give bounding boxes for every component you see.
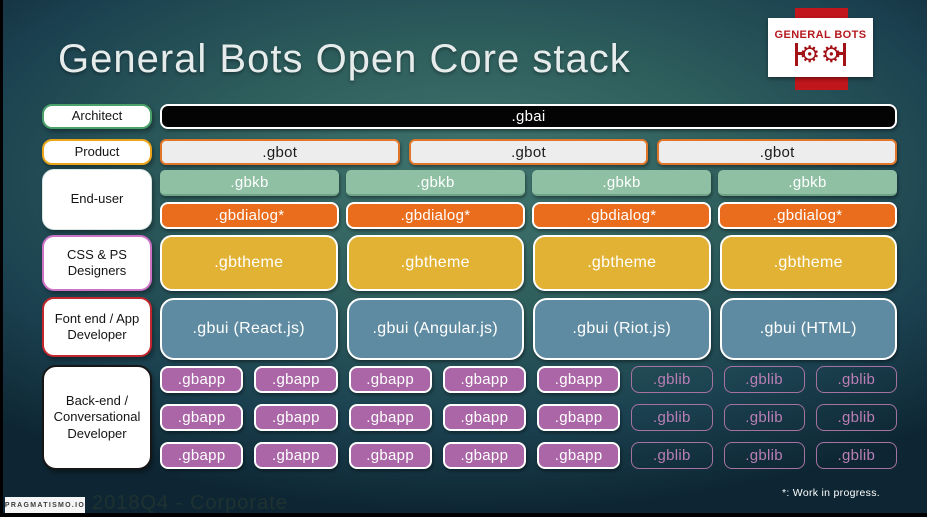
- general-bots-logo: GENERAL BOTS ⚙ ⚙: [768, 18, 873, 77]
- gbtheme-bar: .gbtheme: [160, 235, 338, 291]
- gbapp-bar: .gbapp: [348, 404, 432, 431]
- fork-right-icon: [835, 43, 846, 66]
- row-gbot: .gbot .gbot .gbot: [160, 139, 898, 165]
- gbapp-bar: .gbapp: [348, 366, 432, 393]
- slide: General Bots Open Core stack GENERAL BOT…: [0, 0, 927, 517]
- left-edge-strip: [0, 0, 3, 517]
- gbapp-bar: .gbapp: [348, 442, 432, 469]
- gbkb-bar: .gbkb: [718, 170, 897, 196]
- role-label-end-user: End-user: [42, 169, 152, 230]
- gbapp-bar: .gbapp: [442, 404, 526, 431]
- footer-caption: 2018Q4 - Corporate: [92, 492, 288, 514]
- row-gbkb: .gbkb .gbkb .gbkb .gbkb: [160, 170, 897, 196]
- row-gbdialog: .gbdialog* .gbdialog* .gbdialog* .gbdial…: [160, 202, 897, 229]
- role-label-architect: Architect: [42, 104, 152, 129]
- gbot-bar: .gbot: [657, 139, 898, 165]
- gblib-bar: .gblib: [815, 442, 897, 469]
- role-label-backend-developer: Back-end / Conversational Developer: [42, 365, 152, 470]
- gblib-bar: .gblib: [631, 366, 713, 393]
- row-backend-3: .gbapp .gbapp .gbapp .gbapp .gbapp .gbli…: [160, 442, 897, 469]
- row-backend-1: .gbapp .gbapp .gbapp .gbapp .gbapp .gbli…: [160, 366, 897, 393]
- row-backend-2: .gbapp .gbapp .gbapp .gbapp .gbapp .gbli…: [160, 404, 897, 431]
- gbapp-bar: .gbapp: [537, 366, 621, 393]
- work-in-progress-note: *: Work in progress.: [781, 487, 880, 499]
- gbai-bar: .gbai: [160, 104, 897, 129]
- gbapp-bar: .gbapp: [160, 404, 244, 431]
- logo-brand-text: GENERAL BOTS: [774, 29, 867, 41]
- gbdialog-bar: .gbdialog*: [346, 202, 525, 229]
- gbui-react-bar: .gbui (React.js): [160, 298, 338, 360]
- gbapp-bar: .gbapp: [537, 404, 621, 431]
- role-label-frontend-developer: Font end / App Developer: [42, 297, 152, 357]
- gbapp-bar: .gbapp: [442, 366, 526, 393]
- gblib-bar: .gblib: [631, 404, 713, 431]
- gbapp-bar: .gbapp: [442, 442, 526, 469]
- gbui-angular-bar: .gbui (Angular.js): [346, 298, 524, 360]
- gblib-bar: .gblib: [631, 442, 713, 469]
- gbapp-bar: .gbapp: [537, 442, 621, 469]
- gbtheme-bar: .gbtheme: [719, 235, 897, 291]
- gblib-bar: .gblib: [815, 404, 897, 431]
- gbui-html-bar: .gbui (HTML): [719, 298, 897, 360]
- fork-left-icon: [795, 43, 806, 66]
- gbapp-bar: .gbapp: [254, 404, 338, 431]
- gbdialog-bar: .gbdialog*: [160, 202, 339, 229]
- gbui-riot-bar: .gbui (Riot.js): [533, 298, 711, 360]
- gbkb-bar: .gbkb: [346, 170, 525, 196]
- gbkb-bar: .gbkb: [160, 170, 339, 196]
- gears-icon: ⚙ ⚙: [795, 43, 846, 66]
- gbkb-bar: .gbkb: [532, 170, 711, 196]
- pragmatismo-logo: PRAGMATISMO.IO: [5, 497, 85, 514]
- page-title: General Bots Open Core stack: [58, 37, 631, 81]
- gbdialog-bar: .gbdialog*: [718, 202, 897, 229]
- row-gbtheme: .gbtheme .gbtheme .gbtheme .gbtheme: [160, 235, 897, 291]
- gblib-bar: .gblib: [723, 442, 805, 469]
- gbtheme-bar: .gbtheme: [346, 235, 524, 291]
- gbapp-bar: .gbapp: [160, 366, 244, 393]
- gbot-bar: .gbot: [160, 139, 400, 165]
- role-label-designers: CSS & PS Designers: [42, 235, 152, 291]
- gbot-bar: .gbot: [408, 139, 649, 165]
- gblib-bar: .gblib: [723, 404, 805, 431]
- row-gbai: .gbai: [160, 104, 897, 129]
- role-label-product: Product: [42, 139, 152, 165]
- gbtheme-bar: .gbtheme: [533, 235, 711, 291]
- gbapp-bar: .gbapp: [254, 442, 338, 469]
- gbdialog-bar: .gbdialog*: [532, 202, 711, 229]
- row-gbui: .gbui (React.js) .gbui (Angular.js) .gbu…: [160, 298, 897, 360]
- bottom-edge-strip: [0, 513, 927, 517]
- gbapp-bar: .gbapp: [254, 366, 338, 393]
- gblib-bar: .gblib: [723, 366, 805, 393]
- gbapp-bar: .gbapp: [160, 442, 244, 469]
- gblib-bar: .gblib: [815, 366, 897, 393]
